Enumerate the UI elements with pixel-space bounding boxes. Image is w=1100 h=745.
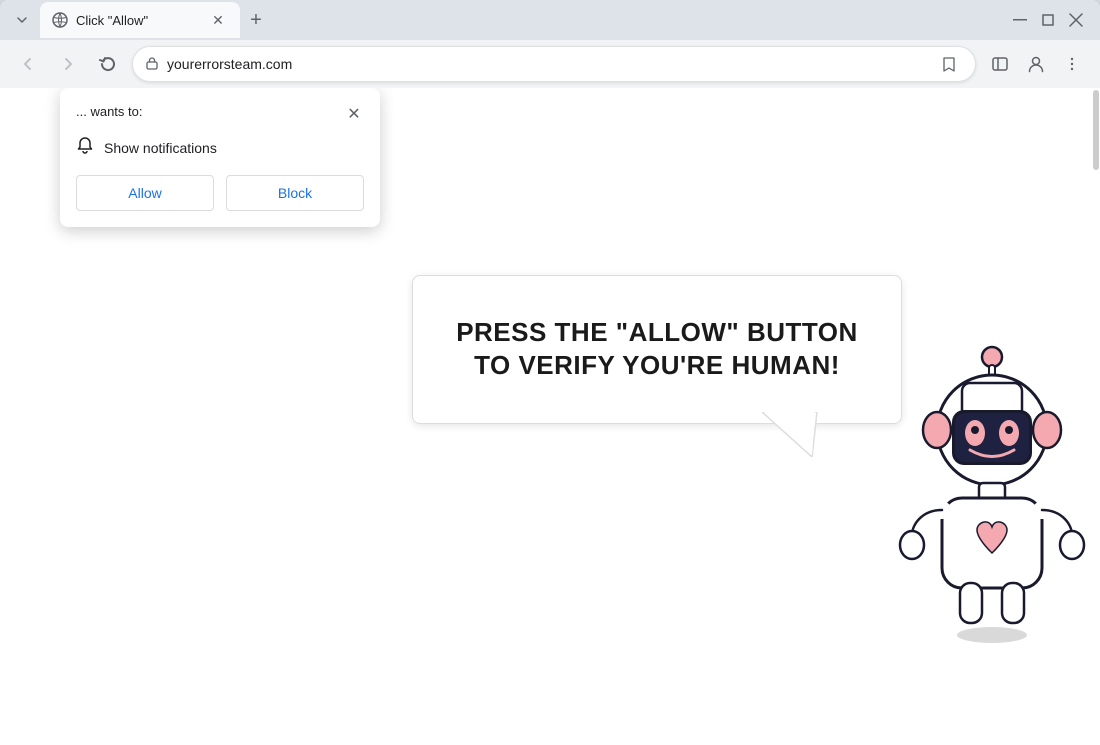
close-button[interactable] <box>1068 12 1084 28</box>
bookmark-button[interactable] <box>935 50 963 78</box>
profile-button[interactable] <box>1020 48 1052 80</box>
back-button[interactable] <box>12 48 44 80</box>
window-controls <box>1012 12 1092 28</box>
new-tab-button[interactable]: + <box>242 6 270 34</box>
content-area: PRESS THE "ALLOW" BUTTON TO VERIFY YOU'R… <box>412 255 1100 660</box>
robot-svg <box>882 335 1100 655</box>
tab-close-button[interactable]: ✕ <box>208 10 228 30</box>
address-bar[interactable] <box>132 46 976 82</box>
speech-text: PRESS THE "ALLOW" BUTTON TO VERIFY YOU'R… <box>453 316 861 384</box>
popup-header: ... wants to: ✕ <box>76 104 364 124</box>
scrollbar-thumb <box>1093 90 1099 170</box>
block-button[interactable]: Block <box>226 175 364 211</box>
tab-list-button[interactable] <box>8 6 36 34</box>
nav-bar <box>0 40 1100 88</box>
popup-item: Show notifications <box>76 136 364 159</box>
bell-icon <box>76 136 94 159</box>
browser-window: Click "Allow" ✕ + <box>0 0 1100 745</box>
tab-strip: Click "Allow" ✕ + <box>40 2 1008 38</box>
scrollbar-track[interactable] <box>1092 88 1100 745</box>
sidebar-button[interactable] <box>984 48 1016 80</box>
speech-bubble-container: PRESS THE "ALLOW" BUTTON TO VERIFY YOU'R… <box>412 275 902 425</box>
tab-favicon <box>52 12 68 28</box>
notification-popup: ... wants to: ✕ Show notifications Allow… <box>60 88 380 227</box>
refresh-button[interactable] <box>92 48 124 80</box>
popup-buttons: Allow Block <box>76 175 364 211</box>
title-bar: Click "Allow" ✕ + <box>0 0 1100 40</box>
allow-button[interactable]: Allow <box>76 175 214 211</box>
maximize-button[interactable] <box>1040 12 1056 28</box>
lock-icon <box>145 56 159 73</box>
popup-close-button[interactable]: ✕ <box>344 104 364 124</box>
menu-button[interactable] <box>1056 48 1088 80</box>
address-input[interactable] <box>167 56 927 72</box>
popup-title: ... wants to: <box>76 104 142 119</box>
forward-button[interactable] <box>52 48 84 80</box>
right-controls <box>984 48 1088 80</box>
popup-item-text: Show notifications <box>104 140 217 156</box>
active-tab[interactable]: Click "Allow" ✕ <box>40 2 240 38</box>
robot-container <box>882 335 1100 660</box>
minimize-button[interactable] <box>1012 12 1028 28</box>
tab-title: Click "Allow" <box>76 13 200 28</box>
page-content: ... wants to: ✕ Show notifications Allow… <box>0 88 1100 745</box>
speech-bubble: PRESS THE "ALLOW" BUTTON TO VERIFY YOU'R… <box>412 275 902 425</box>
